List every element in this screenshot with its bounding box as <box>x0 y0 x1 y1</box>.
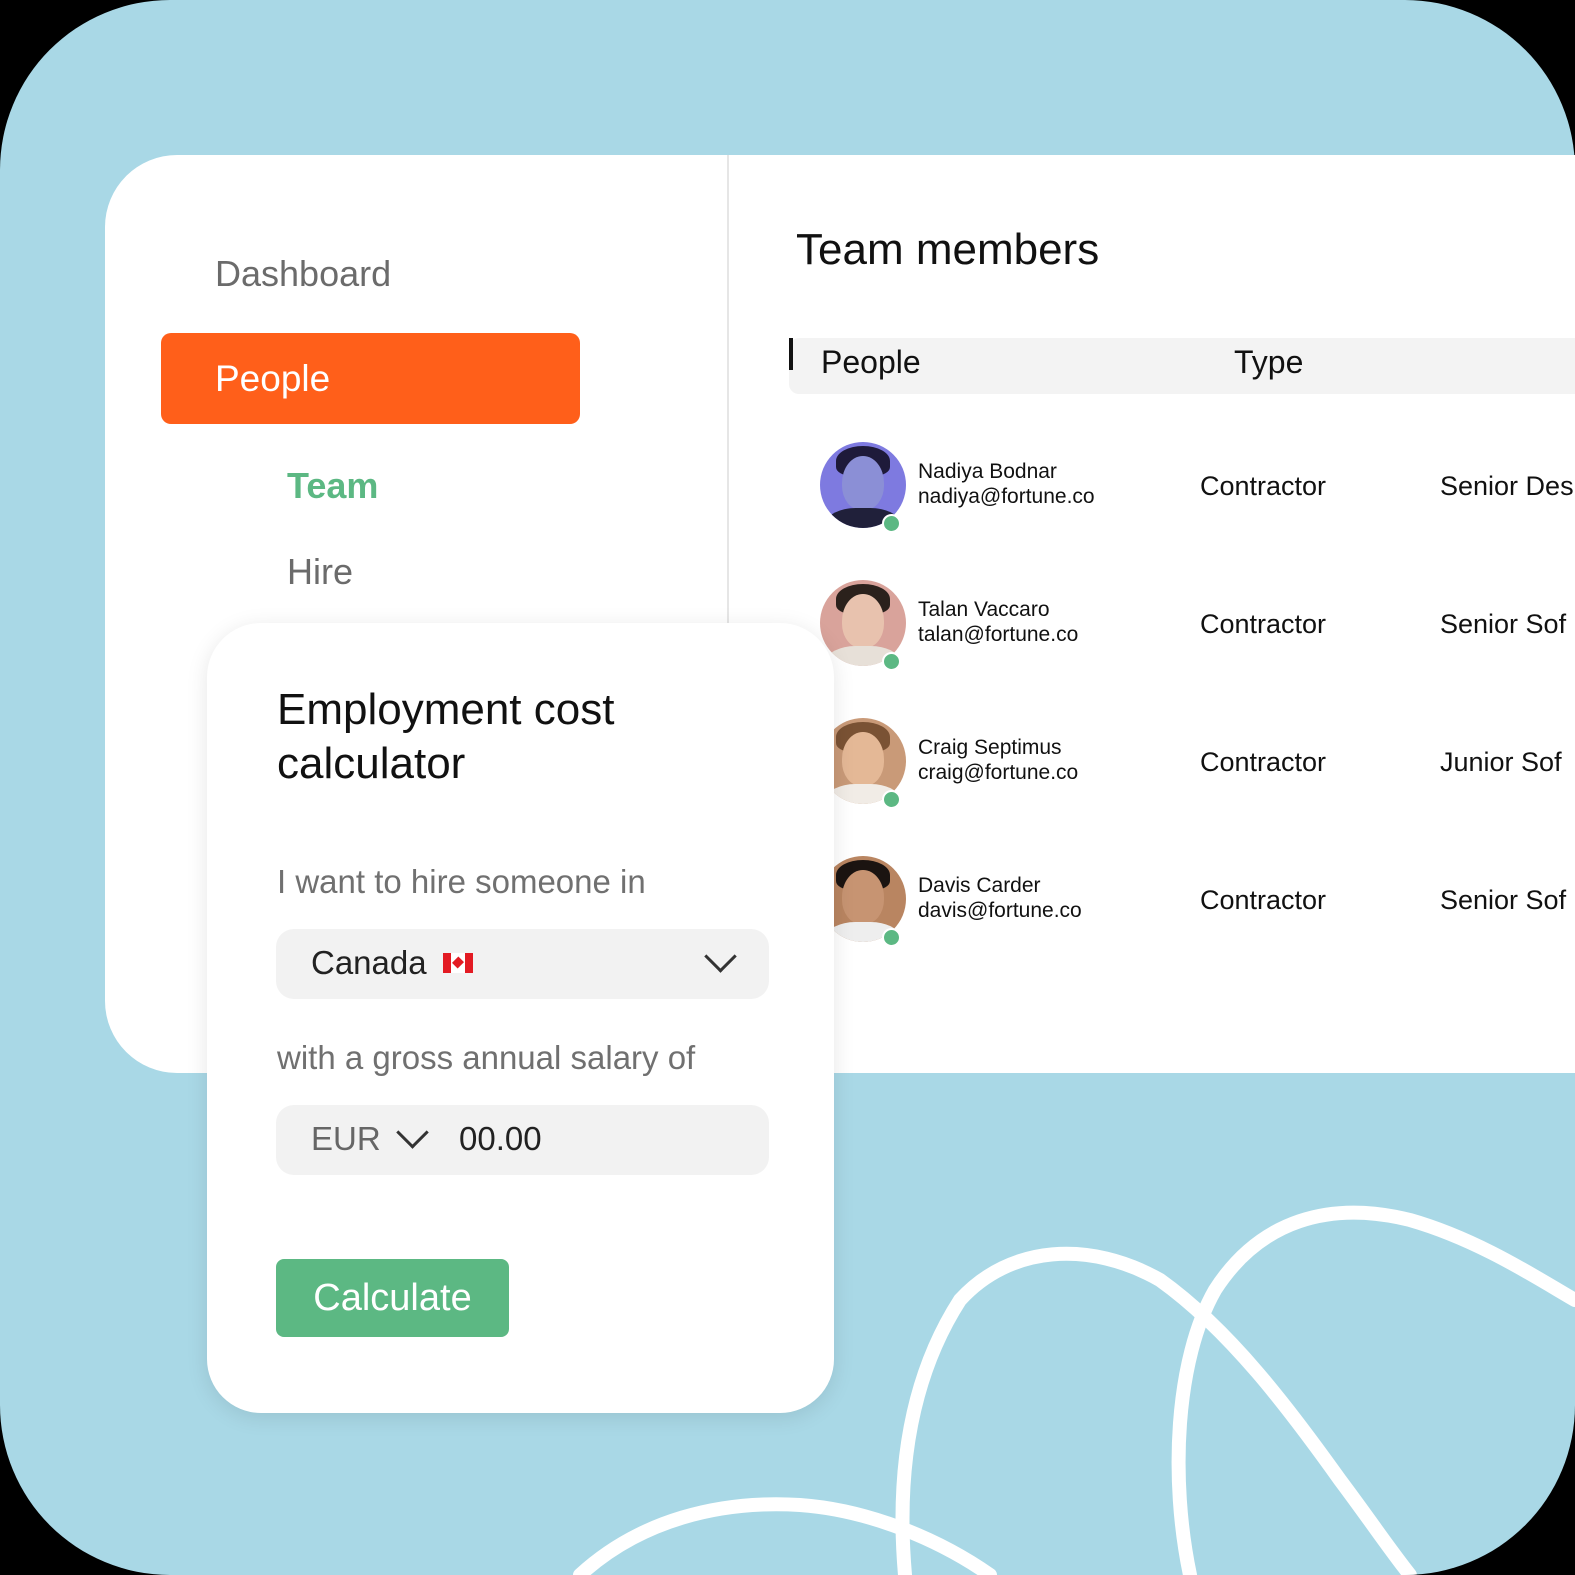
table-row[interactable]: Craig Septimus craig@fortune.co Contract… <box>820 718 1575 809</box>
person-type: Contractor <box>1200 885 1327 915</box>
salary-amount-input[interactable]: 00.00 <box>459 1120 542 1158</box>
column-header-truncated <box>789 338 793 370</box>
person-role: Junior Sof <box>1440 747 1562 777</box>
person-name: Talan Vaccaro <box>918 598 1050 621</box>
country-value: Canada <box>311 944 427 981</box>
salary-label: with a gross annual salary of <box>277 1039 696 1076</box>
calculator-title: Employment cost calculator <box>277 685 615 788</box>
sidebar-item-team[interactable]: Team <box>287 465 378 507</box>
sidebar-item-dashboard[interactable]: Dashboard <box>215 253 391 295</box>
country-select[interactable]: Canada <box>276 929 769 999</box>
online-status-icon <box>882 928 901 947</box>
page-title: Team members <box>796 225 1100 274</box>
currency-select[interactable]: EUR <box>311 1120 381 1158</box>
avatar <box>820 442 906 533</box>
salary-field: EUR 00.00 <box>276 1105 769 1175</box>
person-email: craig@fortune.co <box>918 761 1079 784</box>
person-role: Senior Des <box>1440 471 1574 501</box>
sidebar-item-label: People <box>215 357 331 399</box>
table-row[interactable]: Nadiya Bodnar nadiya@fortune.co Contract… <box>820 442 1575 533</box>
person-name: Craig Septimus <box>918 736 1062 759</box>
column-header-people[interactable]: People <box>821 344 921 381</box>
chevron-down-icon <box>704 940 737 973</box>
online-status-icon <box>882 514 901 533</box>
person-email: nadiya@fortune.co <box>918 485 1095 508</box>
chevron-down-icon[interactable] <box>396 1116 429 1149</box>
online-status-icon <box>882 652 901 671</box>
avatar <box>820 580 906 671</box>
sidebar-item-hire[interactable]: Hire <box>287 551 353 593</box>
table-row[interactable]: Talan Vaccaro talan@fortune.co Contracto… <box>820 580 1575 671</box>
person-name: Nadiya Bodnar <box>918 460 1057 483</box>
sidebar-item-people[interactable]: People <box>161 333 580 424</box>
person-role: Senior Sof <box>1440 885 1567 915</box>
main-content: Team members People Type Nadiya Bodnar n… <box>729 155 1575 1073</box>
country-label: I want to hire someone in <box>277 863 646 900</box>
calculate-button[interactable]: Calculate <box>276 1259 509 1337</box>
person-email: davis@fortune.co <box>918 899 1082 922</box>
employment-cost-calculator: Employment cost calculator I want to hir… <box>207 623 834 1413</box>
person-type: Contractor <box>1200 471 1327 501</box>
table-row[interactable]: Davis Carder davis@fortune.co Contractor… <box>820 856 1575 947</box>
person-type: Contractor <box>1200 747 1327 777</box>
person-type: Contractor <box>1200 609 1327 639</box>
table-header: People Type <box>789 338 1575 394</box>
canada-flag-icon <box>443 953 473 973</box>
online-status-icon <box>882 790 901 809</box>
person-name: Davis Carder <box>918 874 1041 897</box>
person-email: talan@fortune.co <box>918 623 1079 646</box>
person-role: Senior Sof <box>1440 609 1567 639</box>
column-header-type[interactable]: Type <box>1234 344 1303 381</box>
